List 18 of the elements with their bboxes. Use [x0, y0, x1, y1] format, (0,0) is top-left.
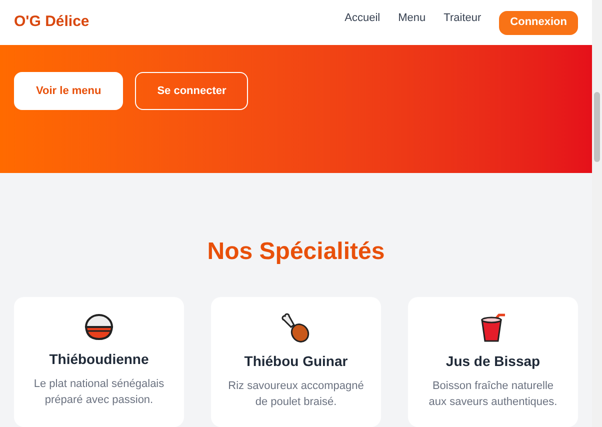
scrollbar[interactable]: [592, 0, 602, 427]
nav-link[interactable]: Traiteur: [444, 10, 482, 27]
hero-button[interactable]: Voir le menu: [14, 72, 124, 110]
hero-button[interactable]: Se connecter: [135, 72, 248, 110]
drink-cup-icon: [479, 313, 507, 343]
nav-link[interactable]: Menu: [398, 10, 426, 27]
nav-link[interactable]: Accueil: [344, 10, 380, 27]
rice-bowl-icon: [84, 313, 114, 341]
card-title: Thiébou Guinar: [244, 352, 348, 371]
card-description: Boisson fraîche naturelle aux saveurs authentiques.: [428, 379, 558, 410]
brand-logo[interactable]: O'G Délice: [14, 11, 90, 34]
card-description: Riz savoureux accompagné de poulet braisé.: [227, 379, 365, 410]
card-description: Le plat national sénégalais préparé avec passion.: [32, 377, 166, 408]
card-title: Jus de Bissap: [446, 352, 540, 371]
login-button[interactable]: Connexion: [499, 10, 578, 35]
drumstick-icon: [281, 313, 311, 343]
card-title: Thiéboudienne: [49, 350, 149, 369]
section-heading: Nos Spécialités: [207, 237, 385, 267]
